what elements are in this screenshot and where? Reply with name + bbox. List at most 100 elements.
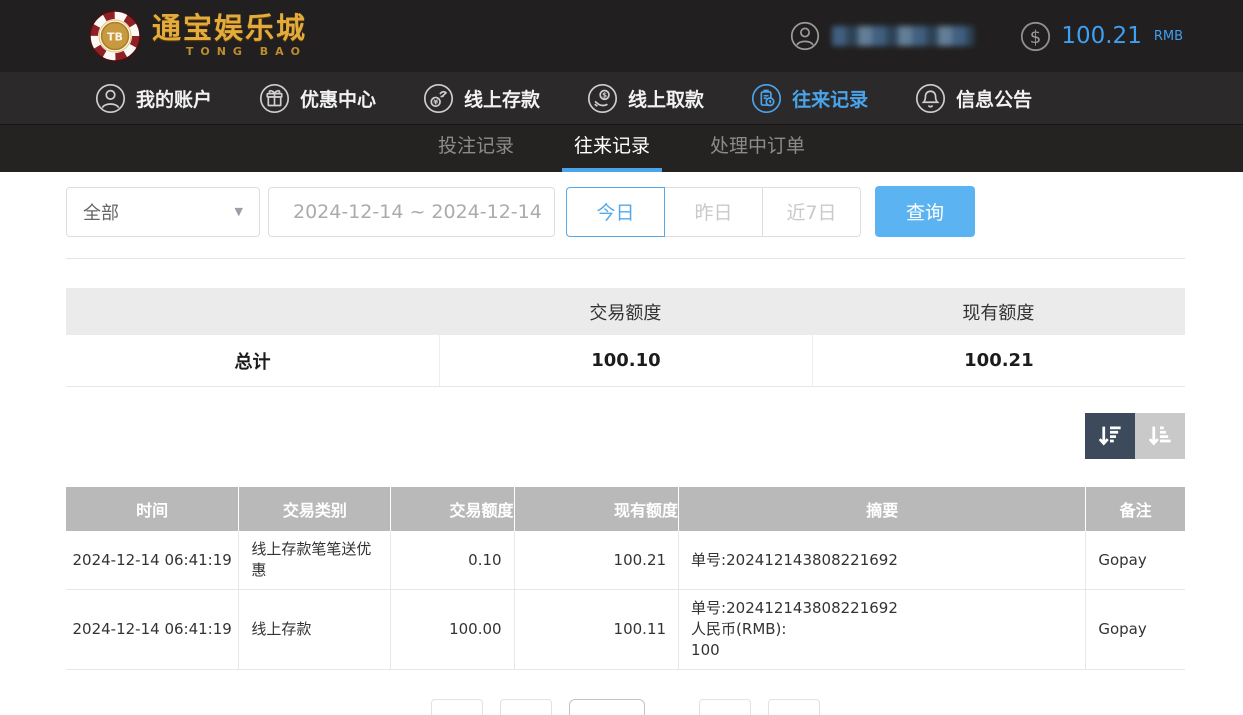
cell-type: 线上存款笔笔送优惠 — [238, 531, 390, 589]
summary-trade-total: 100.10 — [438, 335, 812, 386]
chevron-down-icon: ▼ — [234, 205, 243, 218]
col-header-amount: 交易额度 — [390, 487, 514, 531]
balance-amount: 100.21 — [1061, 23, 1142, 49]
nav-item-deposit[interactable]: ¥ 线上存款 — [423, 83, 540, 114]
nav-item-my-account[interactable]: 我的账户 — [95, 83, 212, 114]
main-content: 全部 ▼ 2024-12-14 ~ 2024-12-14 今日 昨日 近7日 查… — [0, 186, 1243, 715]
sub-nav: 投注记录 往来记录 处理中订单 — [0, 125, 1243, 172]
user-icon — [791, 21, 820, 51]
svg-text:¥: ¥ — [433, 97, 438, 106]
main-nav: 我的账户 优惠中心 ¥ 线上存款 $ 线上取款 往来记录 信息公告 — [0, 72, 1243, 125]
nav-label: 我的账户 — [136, 88, 213, 111]
chip-label: TB — [107, 31, 123, 44]
nav-label: 信息公告 — [956, 88, 1033, 111]
next-page-button[interactable] — [698, 699, 751, 715]
sort-ascending-icon — [1148, 426, 1171, 446]
svg-text:$: $ — [1030, 26, 1042, 47]
cell-type: 线上存款 — [238, 590, 390, 669]
divider — [66, 258, 1185, 259]
nav-label: 往来记录 — [792, 88, 869, 111]
balance[interactable]: $ 100.21 RMB — [1020, 21, 1183, 52]
cell-note: Gopay — [1085, 590, 1185, 669]
casino-chip-icon: TB — [89, 10, 141, 62]
page-select[interactable]: 1 — [569, 699, 646, 715]
col-header-summary: 摘要 — [678, 487, 1085, 531]
cell-time: 2024-12-14 06:41:19 — [72, 550, 232, 569]
gift-icon — [259, 83, 290, 114]
summary-header-balance: 现有额度 — [962, 302, 1035, 324]
sort-descending-button[interactable] — [1085, 413, 1135, 459]
username-redacted — [832, 26, 975, 46]
nav-item-withdraw[interactable]: $ 线上取款 — [587, 83, 704, 114]
first-page-button[interactable] — [431, 699, 484, 715]
sort-ascending-button[interactable] — [1135, 413, 1185, 459]
sort-descending-icon — [1098, 426, 1121, 446]
withdraw-coin-hand-icon: $ — [587, 83, 618, 114]
prev-page-button[interactable] — [500, 699, 553, 715]
nav-item-promotions[interactable]: 优惠中心 — [259, 83, 376, 114]
nav-label: 线上取款 — [628, 88, 705, 111]
summary-table: 交易额度 现有额度 总计 100.10 100.21 — [66, 288, 1185, 387]
type-select-value: 全部 — [83, 202, 119, 224]
dollar-coin-icon: $ — [1021, 21, 1051, 51]
summary-balance-total: 100.21 — [811, 335, 1185, 386]
table-row: 2024-12-14 06:41:19 线上存款笔笔送优惠 0.10 100.2… — [66, 531, 1185, 590]
cell-amount: 0.10 — [390, 531, 513, 589]
balance-currency: RMB — [1153, 28, 1183, 44]
nav-item-announcements[interactable]: 信息公告 — [915, 83, 1032, 114]
summary-total-row: 总计 100.10 100.21 — [66, 335, 1185, 387]
today-button[interactable]: 今日 — [566, 186, 665, 237]
cell-amount: 100.00 — [390, 590, 513, 669]
deposit-hand-coin-icon: ¥ — [423, 83, 454, 114]
table-row: 2024-12-14 06:41:19 线上存款 100.00 100.11 单… — [66, 590, 1185, 670]
user-account[interactable] — [790, 21, 975, 51]
cell-time: 2024-12-14 06:41:19 — [72, 620, 232, 638]
cell-note: Gopay — [1085, 531, 1185, 589]
transaction-type-select[interactable]: 全部 ▼ — [66, 186, 260, 237]
cell-balance: 100.11 — [513, 590, 678, 669]
bell-icon — [915, 83, 946, 114]
logo-text: 通宝娱乐城 TONG BAO — [152, 11, 308, 59]
summary-header-row: 交易额度 现有额度 — [66, 288, 1185, 335]
quick-date-group: 今日 昨日 近7日 — [566, 186, 861, 237]
col-header-time: 时间 — [136, 501, 169, 520]
col-header-balance: 现有额度 — [513, 487, 678, 531]
cell-summary: 单号:202412143808221692 人民币(RMB): 100 — [678, 590, 1085, 669]
tab-betting-records[interactable]: 投注记录 — [426, 125, 526, 172]
transactions-table: 时间 交易类别 交易额度 现有额度 摘要 备注 2024-12-14 06:41… — [66, 487, 1185, 670]
pagination: 1 /1 — [66, 699, 1185, 715]
nav-item-transaction-records[interactable]: 往来记录 — [751, 83, 868, 114]
summary-total-label: 总计 — [234, 351, 271, 373]
col-header-type: 交易类别 — [238, 487, 390, 531]
logo-title: 通宝娱乐城 — [152, 11, 308, 45]
last7days-button[interactable]: 近7日 — [762, 186, 861, 237]
top-header: TB 通宝娱乐城 TONG BAO $ 100.21 RMB — [0, 0, 1243, 72]
records-clipboard-clock-icon — [751, 83, 782, 114]
svg-text:$: $ — [602, 90, 607, 99]
tab-pending-orders[interactable]: 处理中订单 — [698, 125, 817, 172]
tab-transaction-records[interactable]: 往来记录 — [561, 125, 662, 172]
summary-line: 单号:202412143808221692 — [691, 599, 898, 617]
col-header-note: 备注 — [1085, 487, 1185, 531]
logo-subtitle: TONG BAO — [185, 45, 308, 58]
nav-label: 优惠中心 — [300, 88, 377, 111]
search-button[interactable]: 查询 — [875, 186, 975, 237]
last-page-button[interactable] — [767, 699, 820, 715]
table-header-row: 时间 交易类别 交易额度 现有额度 摘要 备注 — [66, 487, 1185, 531]
sort-controls — [66, 413, 1185, 459]
header-right: $ 100.21 RMB — [790, 21, 1183, 52]
site-logo[interactable]: TB 通宝娱乐城 TONG BAO — [88, 9, 307, 63]
date-range-input[interactable]: 2024-12-14 ~ 2024-12-14 — [268, 186, 555, 237]
summary-line: 单号:202412143808221692 — [691, 550, 898, 569]
nav-label: 线上存款 — [464, 88, 541, 111]
summary-line: 100 — [691, 641, 720, 659]
date-range-value: 2024-12-14 ~ 2024-12-14 — [293, 200, 542, 223]
summary-header-trade: 交易额度 — [589, 302, 662, 324]
filter-row: 全部 ▼ 2024-12-14 ~ 2024-12-14 今日 昨日 近7日 查… — [66, 186, 1185, 237]
cell-summary: 单号:202412143808221692 — [678, 531, 1085, 589]
summary-line: 人民币(RMB): — [691, 620, 787, 638]
cell-balance: 100.21 — [513, 531, 678, 589]
yesterday-button[interactable]: 昨日 — [664, 186, 763, 237]
user-circle-icon — [95, 83, 126, 114]
page-total: /1 — [662, 699, 681, 715]
